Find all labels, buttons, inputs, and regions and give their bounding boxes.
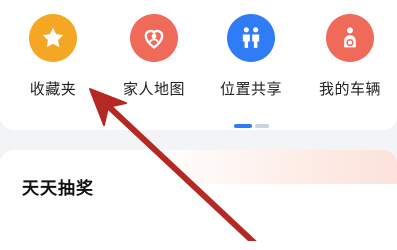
driver-icon xyxy=(326,14,374,62)
shortcut-row: 收藏夹 家人地图 位置共享 我的车辆 xyxy=(0,0,397,130)
decorative-wave xyxy=(157,150,397,184)
page-indicator-inactive xyxy=(255,124,269,128)
favorites-shortcut[interactable]: 收藏夹 xyxy=(8,14,98,99)
page-indicator xyxy=(234,124,269,128)
my-vehicles-label: 我的车辆 xyxy=(318,80,381,98)
my-vehicles-shortcut[interactable]: 我的车辆 xyxy=(305,14,395,99)
favorites-label: 收藏夹 xyxy=(29,80,77,98)
people-share-icon xyxy=(227,14,275,62)
daily-lottery-card[interactable]: 天天抽奖 xyxy=(0,150,397,250)
location-share-shortcut[interactable]: 位置共享 xyxy=(206,14,296,99)
star-icon xyxy=(29,14,77,62)
page-indicator-active xyxy=(234,124,252,128)
family-map-shortcut[interactable]: 家人地图 xyxy=(109,14,199,99)
location-share-label: 位置共享 xyxy=(219,80,282,98)
daily-lottery-title: 天天抽奖 xyxy=(22,179,94,199)
family-map-label: 家人地图 xyxy=(122,80,185,98)
family-heart-icon xyxy=(130,14,178,62)
